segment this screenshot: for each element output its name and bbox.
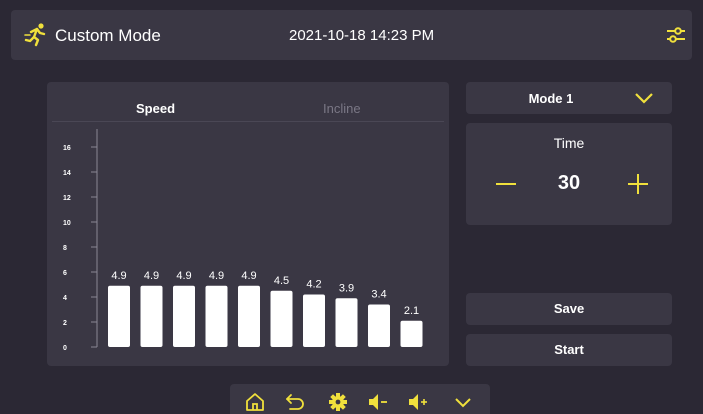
y-tick-label: 16 <box>63 145 71 152</box>
chart-bar <box>368 304 390 347</box>
chart-bar <box>140 285 163 347</box>
bar-value-label: 4.9 <box>209 270 224 282</box>
chart-bar <box>270 290 293 347</box>
page-title: Custom Mode <box>55 26 161 45</box>
plus-icon[interactable] <box>627 173 649 195</box>
y-tick-label: 12 <box>63 195 71 202</box>
chart-bar <box>238 285 260 347</box>
y-tick-label: 10 <box>63 220 71 227</box>
save-button[interactable]: Save <box>466 293 672 325</box>
y-tick-label: 8 <box>63 245 67 252</box>
bar-value-label: 3.4 <box>371 289 386 301</box>
chart-bar <box>303 294 325 347</box>
chart-bar <box>173 285 195 347</box>
back-icon[interactable] <box>284 392 306 412</box>
y-tick-label: 0 <box>63 345 67 352</box>
bar-value-label: 2.1 <box>404 305 419 317</box>
chart-bar <box>108 285 130 347</box>
chart-bar <box>205 285 228 347</box>
start-button[interactable]: Start <box>466 334 672 366</box>
gear-icon[interactable] <box>327 392 349 412</box>
y-tick-label: 2 <box>63 320 67 327</box>
volume-up-icon[interactable] <box>407 392 429 412</box>
runner-icon <box>24 23 46 47</box>
speed-bar-chart: 0 2 4 6 8 10 12 14 16 4.9 4.9 4.9 4.9 4.9 4.5 4.2 3.9 3.4… <box>63 129 423 352</box>
chevron-down-icon <box>635 93 653 104</box>
bottom-nav-bar <box>230 384 490 414</box>
bar-value-label: 4.5 <box>274 275 289 287</box>
time-panel: Time 30 <box>466 123 672 225</box>
mode-dropdown[interactable]: Mode 1 <box>466 82 672 114</box>
bar-value-label: 4.9 <box>241 270 256 282</box>
bar-value-label: 4.9 <box>144 270 159 282</box>
bar-value-label: 4.9 <box>111 270 126 282</box>
chart-bar <box>400 320 423 347</box>
y-tick-label: 14 <box>63 170 71 177</box>
home-icon[interactable] <box>244 392 266 412</box>
y-tick-label: 6 <box>63 270 67 277</box>
chart-panel: Speed Incline 0 2 4 6 8 10 12 14 16 4.9 4.9 4.9 4.9 4… <box>47 82 449 366</box>
bar-value-label: 4.9 <box>176 270 191 282</box>
datetime-display: 2021-10-18 14:23 PM <box>289 27 435 44</box>
bar-value-label: 4.2 <box>306 279 321 291</box>
time-title: Time <box>553 135 585 151</box>
sliders-icon[interactable] <box>664 23 688 47</box>
chart-bar <box>335 298 358 347</box>
bar-value-label: 3.9 <box>339 282 354 294</box>
chevron-down-icon[interactable] <box>452 392 474 412</box>
y-tick-label: 4 <box>63 295 67 302</box>
top-bar: Custom Mode 2021-10-18 14:23 PM <box>11 10 692 60</box>
volume-down-icon[interactable] <box>367 392 389 412</box>
mode-selected-value: Mode 1 <box>528 91 574 106</box>
